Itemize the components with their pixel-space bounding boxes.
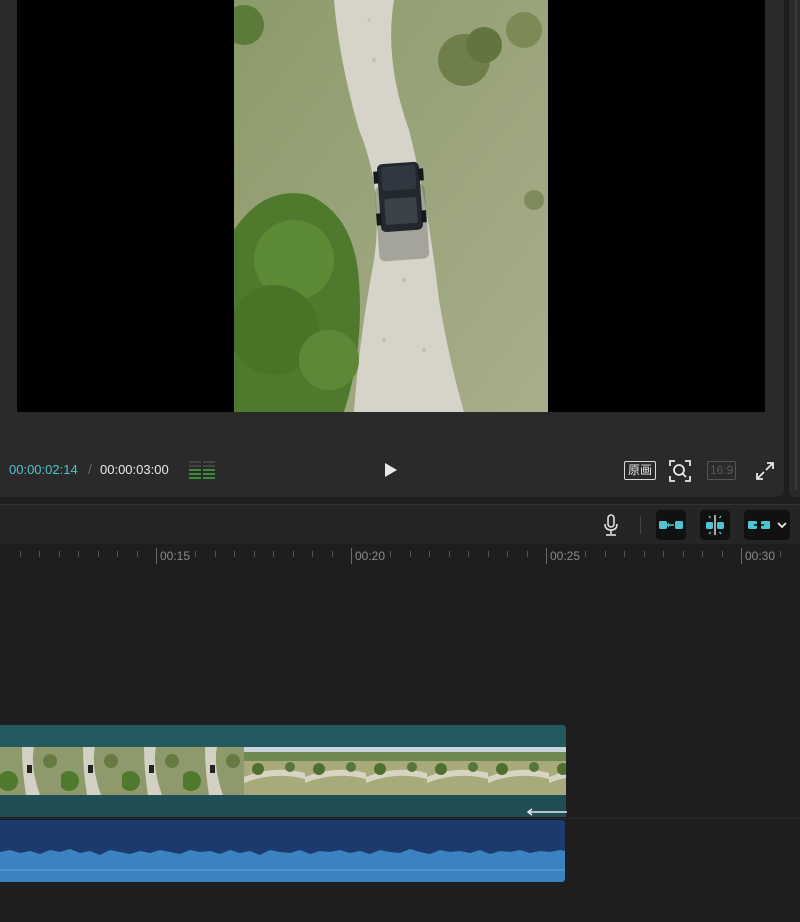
timeline-ruler[interactable]: 00:15 00:20 00:25 00:30 xyxy=(0,544,800,568)
clip-filmstrip xyxy=(0,747,566,795)
audio-clip[interactable] xyxy=(0,820,565,882)
chevron-down-icon xyxy=(777,522,787,528)
video-editor: 00:00:02:14 / 00:00:03:00 原画 16:9 00:15 … xyxy=(0,0,800,922)
microphone-icon xyxy=(604,514,618,536)
clip-footer xyxy=(0,795,566,817)
fullscreen-icon xyxy=(756,462,774,480)
original-quality-button[interactable]: 原画 xyxy=(624,461,657,480)
audio-waveform xyxy=(0,849,565,882)
fullscreen-button[interactable] xyxy=(754,460,776,482)
track-separator xyxy=(0,818,800,819)
timeline-tracks xyxy=(0,568,800,922)
clip-header xyxy=(0,725,566,747)
ruler-label: 00:25 xyxy=(550,549,581,563)
timeline-toolbar xyxy=(0,504,800,544)
play-icon xyxy=(385,463,397,477)
side-panel-edge xyxy=(789,0,800,497)
record-voiceover-button[interactable] xyxy=(601,514,621,536)
link-left-icon xyxy=(659,521,683,529)
timecode-separator: / xyxy=(88,461,92,477)
audio-meter-icon xyxy=(189,460,217,480)
link-clip-icon xyxy=(748,521,770,529)
toolbar-divider xyxy=(640,516,641,534)
video-clip[interactable] xyxy=(0,725,566,817)
play-button[interactable] xyxy=(380,459,402,481)
zoom-button[interactable] xyxy=(668,459,692,483)
link-options-dropdown[interactable] xyxy=(774,510,790,540)
link-left-button[interactable] xyxy=(656,510,686,540)
current-timecode: 00:00:02:14 xyxy=(9,462,78,477)
snap-split-button[interactable] xyxy=(700,510,730,540)
player-controls: 00:00:02:14 / 00:00:03:00 原画 16:9 xyxy=(0,448,784,492)
trim-arrow-icon xyxy=(526,808,567,816)
split-snap-icon xyxy=(706,515,724,535)
preview-viewer[interactable] xyxy=(17,0,765,412)
player-panel: 00:00:02:14 / 00:00:03:00 原画 16:9 xyxy=(0,0,784,497)
ruler-label: 00:30 xyxy=(745,549,776,563)
video-frame xyxy=(234,0,548,412)
ruler-label: 00:15 xyxy=(160,549,191,563)
total-timecode: 00:00:03:00 xyxy=(100,462,169,477)
ruler-label: 00:20 xyxy=(355,549,386,563)
link-clip-button[interactable] xyxy=(744,510,774,540)
aspect-ratio-button[interactable]: 16:9 xyxy=(707,461,737,480)
zoom-icon xyxy=(669,460,691,482)
